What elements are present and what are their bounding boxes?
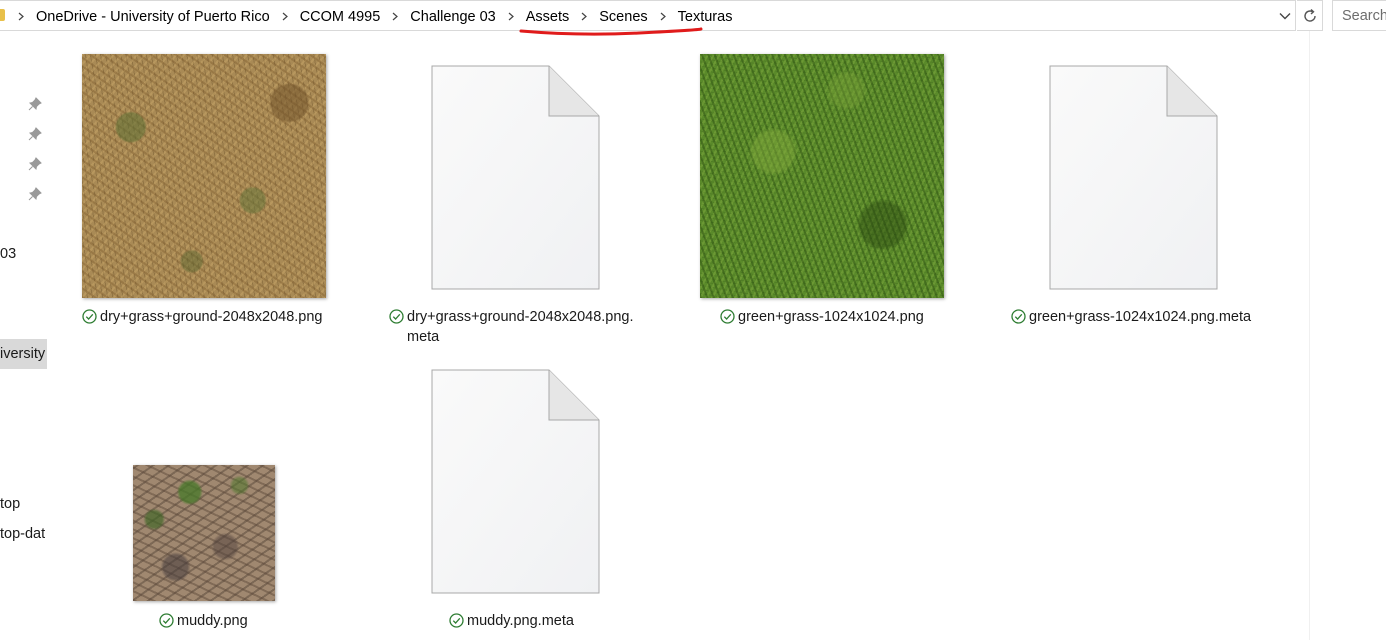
refresh-icon [1303, 8, 1316, 22]
sync-check-icon [449, 613, 464, 628]
chevron-right-icon[interactable] [274, 12, 296, 21]
nav-item-challenge-03[interactable]: 03 [0, 246, 16, 262]
pin-icon[interactable] [28, 97, 42, 111]
sync-check-icon [1011, 309, 1026, 324]
file-thumbnail-dry-grass[interactable] [82, 54, 326, 298]
folder-icon [0, 9, 5, 21]
document-icon[interactable] [431, 65, 600, 290]
file-label[interactable]: green+grass-1024x1024.png.meta [1011, 307, 1251, 327]
sync-check-icon [159, 613, 174, 628]
file-name: muddy.png.meta [467, 613, 574, 629]
chevron-right-icon[interactable] [500, 12, 522, 21]
chevron-right-icon[interactable] [652, 12, 674, 21]
file-thumbnail-muddy[interactable] [133, 465, 275, 601]
breadcrumb-texturas[interactable]: Texturas [674, 9, 737, 25]
nav-item-university[interactable]: iversity [0, 346, 45, 362]
pin-icon[interactable] [28, 187, 42, 201]
chevron-right-icon[interactable] [384, 12, 406, 21]
file-label[interactable]: dry+grass+ground-2048x2048.png [82, 307, 323, 327]
chevron-right-icon[interactable] [573, 12, 595, 21]
sync-check-icon [82, 309, 97, 324]
nav-item-desktop-data[interactable]: top-dat [0, 526, 45, 542]
file-name: green+grass-1024x1024.png [738, 309, 924, 325]
file-label[interactable]: dry+grass+ground-2048x2048.png. meta [389, 307, 634, 347]
search-input[interactable]: Search [1332, 0, 1386, 31]
breadcrumb-onedrive[interactable]: OneDrive - University of Puerto Rico [32, 9, 274, 25]
document-icon[interactable] [1049, 65, 1218, 290]
document-icon[interactable] [431, 369, 600, 594]
file-name: muddy.png [177, 613, 248, 629]
pin-icon[interactable] [28, 127, 42, 141]
sync-check-icon [389, 309, 404, 324]
content-divider [1309, 31, 1310, 640]
pin-icon[interactable] [28, 157, 42, 171]
breadcrumb-assets[interactable]: Assets [522, 9, 574, 25]
file-label[interactable]: muddy.png [159, 611, 248, 631]
address-bar[interactable]: OneDrive - University of Puerto Rico CCO… [0, 0, 1296, 31]
file-name: dry+grass+ground-2048x2048.png. meta [407, 309, 634, 345]
breadcrumb-scenes[interactable]: Scenes [595, 9, 651, 25]
sync-check-icon [720, 309, 735, 324]
file-name: green+grass-1024x1024.png.meta [1029, 309, 1252, 325]
chevron-right-icon[interactable] [10, 12, 32, 21]
file-label[interactable]: muddy.png.meta [449, 611, 574, 631]
breadcrumb-ccom-4995[interactable]: CCOM 4995 [296, 9, 385, 25]
refresh-button[interactable] [1297, 0, 1323, 31]
breadcrumb-challenge-03[interactable]: Challenge 03 [406, 9, 499, 25]
file-label[interactable]: green+grass-1024x1024.png [720, 307, 924, 327]
file-thumbnail-green-grass[interactable] [700, 54, 944, 298]
nav-item-desktop[interactable]: top [0, 496, 20, 512]
breadcrumb: OneDrive - University of Puerto Rico CCO… [10, 1, 736, 32]
chevron-down-icon[interactable] [1276, 6, 1294, 26]
file-name: dry+grass+ground-2048x2048.png [100, 309, 323, 325]
navigation-pane: 03 iversity top top-dat [0, 31, 48, 640]
